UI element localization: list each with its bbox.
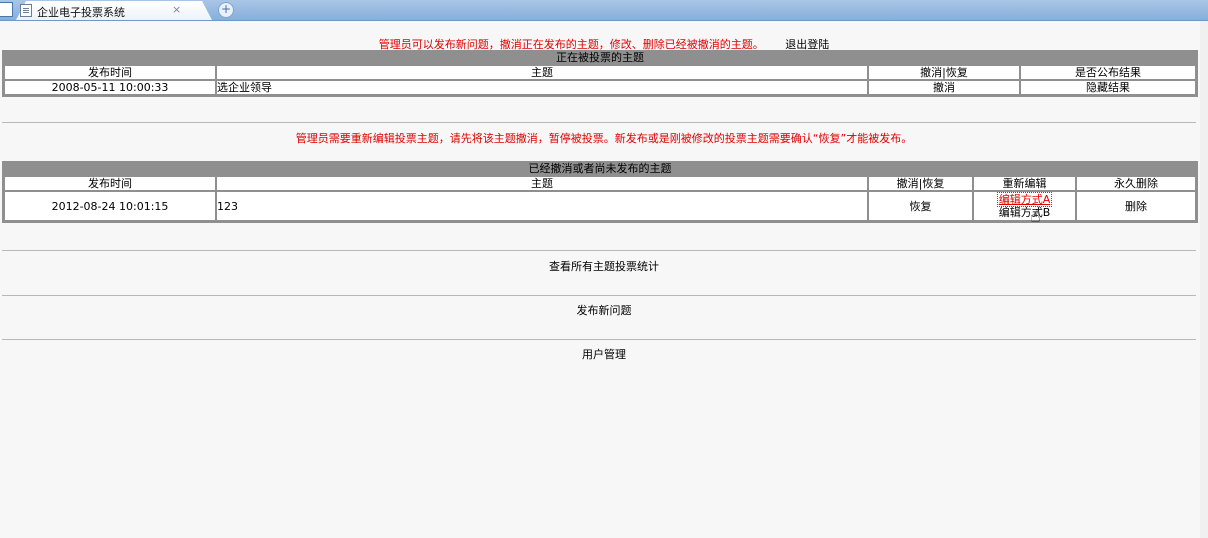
active-topics-panel: 正在被投票的主题 发布时间 主题 撤消|恢复 是否公布结果 2008-05-11… xyxy=(2,50,1198,97)
column-header: 发布时间 xyxy=(5,66,215,79)
tab-close-icon[interactable]: × xyxy=(172,3,181,16)
stats-link[interactable]: 查看所有主题投票统计 xyxy=(0,258,1208,274)
divider xyxy=(2,339,1196,340)
divider xyxy=(2,295,1196,296)
edit-mode-a-link[interactable]: 编辑方式A xyxy=(996,192,1053,207)
window-menu-icon[interactable] xyxy=(0,2,13,17)
panel-title: 已经撤消或者尚未发布的主题 xyxy=(528,162,672,175)
column-header: 撤消|恢复 xyxy=(869,177,972,190)
publish-time: 2012-08-24 10:01:15 xyxy=(5,192,215,220)
table-header-row: 发布时间 主题 撤消|恢复 重新编辑 永久删除 xyxy=(5,177,1195,190)
scrollbar[interactable] xyxy=(1200,21,1208,538)
panel-title: 正在被投票的主题 xyxy=(556,51,644,64)
restore-link[interactable]: 恢复 xyxy=(869,192,972,220)
publish-new-link[interactable]: 发布新问题 xyxy=(0,302,1208,318)
cancelled-topics-panel: 已经撤消或者尚未发布的主题 发布时间 主题 撤消|恢复 重新编辑 永久删除 20… xyxy=(2,161,1198,223)
tab-title: 企业电子投票系统 xyxy=(37,6,125,19)
active-topics-table: 发布时间 主题 撤消|恢复 是否公布结果 2008-05-11 10:00:33… xyxy=(3,64,1197,96)
cancel-link[interactable]: 撤消 xyxy=(869,81,1019,94)
edit-notice: 管理员需要重新编辑投票主题，请先将该主题撤消，暂停被投票。新发布或是刚被修改的投… xyxy=(295,132,913,145)
publish-time: 2008-05-11 10:00:33 xyxy=(5,81,215,94)
column-header: 主题 xyxy=(217,66,867,79)
column-header: 是否公布结果 xyxy=(1021,66,1195,79)
page-icon xyxy=(20,4,32,17)
column-header: 发布时间 xyxy=(5,177,215,190)
edit-options: 编辑方式A 编辑方式B xyxy=(974,192,1075,220)
column-header: 撤消|恢复 xyxy=(869,66,1019,79)
divider xyxy=(2,122,1196,123)
topic-title: 选企业领导 xyxy=(217,81,867,94)
column-header: 重新编辑 xyxy=(974,177,1075,190)
column-header: 永久删除 xyxy=(1077,177,1195,190)
cancelled-topics-table: 发布时间 主题 撤消|恢复 重新编辑 永久删除 2012-08-24 10:01… xyxy=(3,175,1197,222)
hide-result-link[interactable]: 隐藏结果 xyxy=(1021,81,1195,94)
table-row: 2008-05-11 10:00:33 选企业领导 撤消 隐藏结果 xyxy=(5,81,1195,94)
user-management-link[interactable]: 用户管理 xyxy=(0,346,1208,362)
column-header: 主题 xyxy=(217,177,867,190)
new-tab-icon[interactable]: + xyxy=(218,2,234,18)
table-header-row: 发布时间 主题 撤消|恢复 是否公布结果 xyxy=(5,66,1195,79)
edit-mode-b-link[interactable]: 编辑方式B xyxy=(974,206,1075,219)
delete-link[interactable]: 删除 xyxy=(1077,192,1195,220)
topic-title: 123 xyxy=(217,192,867,220)
browser-tab-bar: 企业电子投票系统 × + xyxy=(0,0,1208,21)
divider xyxy=(2,250,1196,251)
table-row: 2012-08-24 10:01:15 123 恢复 编辑方式A 编辑方式B 删… xyxy=(5,192,1195,220)
